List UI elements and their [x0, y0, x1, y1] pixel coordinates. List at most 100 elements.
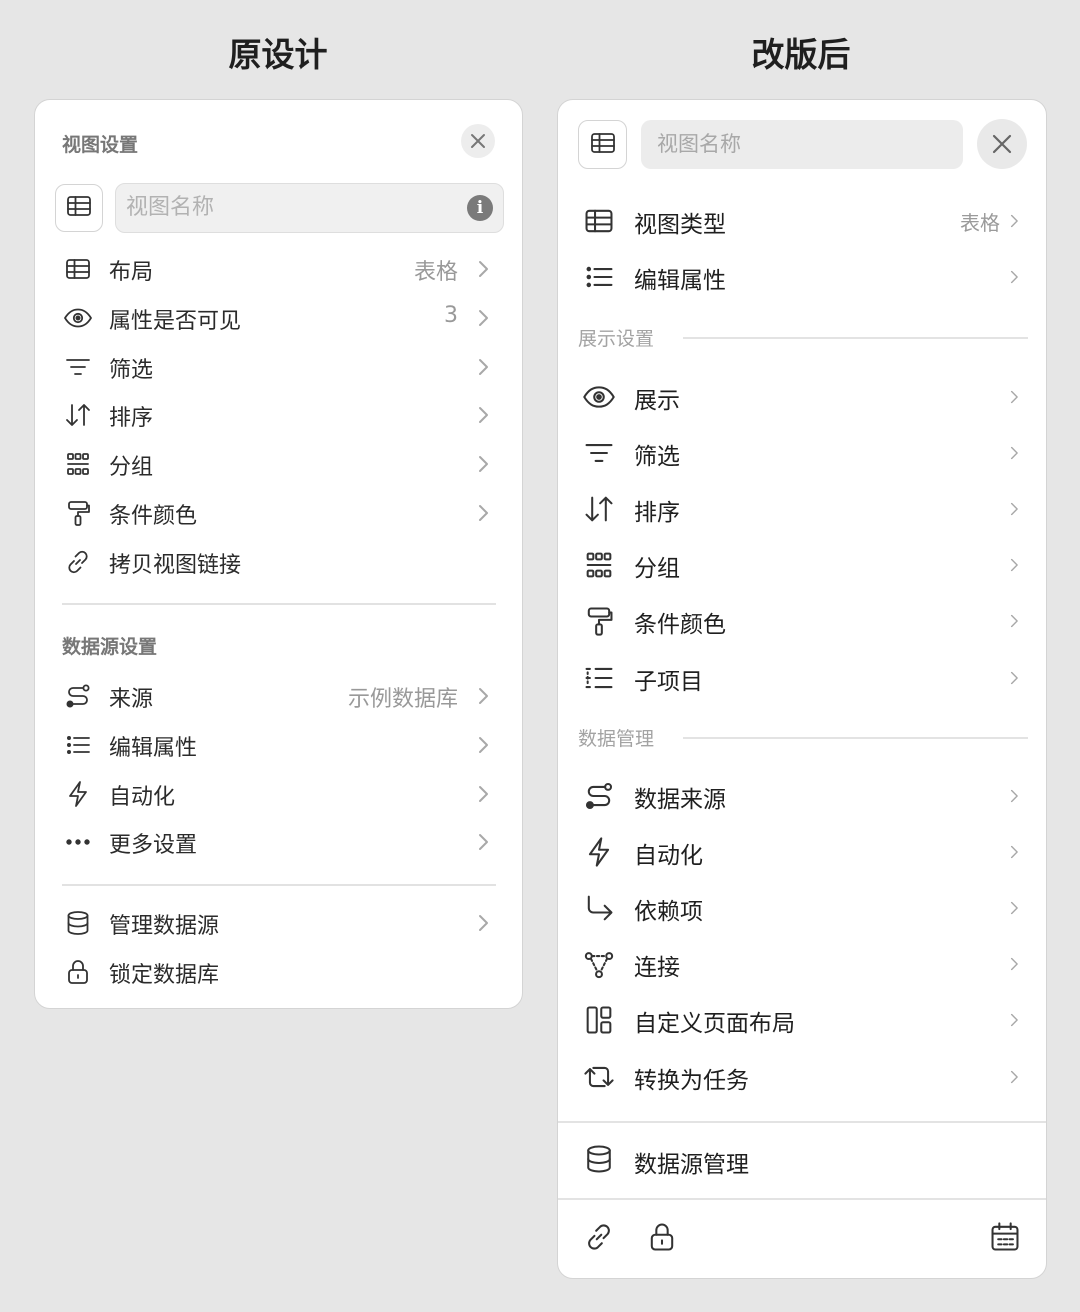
menu-row-group[interactable]: 分组: [35, 441, 522, 485]
menu-row-eye[interactable]: 属性是否可见 3: [35, 295, 522, 339]
chevron-right-icon: [1007, 555, 1021, 575]
menu-row-connect[interactable]: 连接: [558, 939, 1046, 989]
calendar-icon: [988, 1220, 1022, 1258]
list-icon: [62, 729, 94, 761]
menu-row-table[interactable]: 布局 表格: [35, 246, 522, 290]
chevron-right-icon: [1007, 842, 1021, 862]
menu-row-layout[interactable]: 自定义页面布局: [558, 995, 1046, 1045]
menu-row-convert[interactable]: 转换为任务: [558, 1052, 1046, 1102]
lock-icon: [68, 959, 88, 984]
row-value: 示例数据库: [347, 687, 458, 712]
dependency-icon: [580, 891, 618, 925]
info-icon[interactable]: i: [467, 195, 493, 221]
menu-row-database[interactable]: 管理数据源: [35, 900, 522, 944]
chevron-right-icon: [479, 358, 488, 375]
group-icon: [67, 453, 89, 476]
row-label: 筛选: [634, 444, 680, 471]
view-type-button[interactable]: [55, 184, 103, 232]
chevron-right-icon: [1007, 898, 1021, 918]
table-icon: [64, 191, 94, 225]
section-title-data-source: 数据源设置: [62, 636, 158, 658]
divider: [62, 603, 496, 605]
chevron-right-icon: [479, 688, 488, 704]
close-icon: [471, 134, 485, 148]
menu-row-lock[interactable]: 锁定数据库: [35, 949, 522, 993]
chevron-right-icon: [474, 685, 492, 707]
menu-row-group[interactable]: 分组: [558, 540, 1046, 590]
menu-row-source[interactable]: 数据来源: [558, 771, 1046, 821]
chevron-right-icon: [1010, 615, 1018, 628]
chevron-right-icon: [1007, 1010, 1021, 1030]
section-display-settings: 展示设置: [578, 324, 1028, 352]
menu-row-sort[interactable]: 排序: [558, 484, 1046, 534]
menu-row-eye[interactable]: 展示: [558, 372, 1046, 422]
convert-icon: [584, 1066, 614, 1087]
row-label: 布局: [109, 260, 154, 285]
filter-icon: [580, 436, 618, 470]
manage-data-source-row[interactable]: 数据源管理: [558, 1136, 1046, 1186]
row-label: 条件颜色: [634, 612, 726, 639]
panel-header: 视图设置: [62, 134, 139, 156]
subitems-icon: [580, 661, 618, 695]
eye-icon: [62, 302, 94, 334]
menu-row-link[interactable]: 拷贝视图链接: [35, 539, 522, 583]
view-settings-panel-redesign: 视图名称 视图类型 表格 编辑属性 展示设置 展示 筛选 排序 分组 条件颜色 子项目 数据管…: [557, 99, 1047, 1279]
row-label: 数据源管理: [634, 1152, 749, 1178]
table-icon: [585, 209, 613, 233]
chevron-right-icon: [1010, 214, 1018, 228]
list-icon: [580, 260, 618, 294]
chevron-right-icon: [474, 831, 492, 853]
menu-row-more[interactable]: 更多设置: [35, 819, 522, 863]
close-button[interactable]: [461, 124, 495, 158]
view-name-input[interactable]: 视图名称 i: [115, 183, 504, 233]
close-button[interactable]: [977, 119, 1027, 169]
lock-icon: [645, 1220, 679, 1258]
database-icon: [582, 1142, 616, 1180]
menu-row-filter[interactable]: 筛选: [558, 428, 1046, 478]
view-name-placeholder: 视图名称: [126, 195, 215, 220]
menu-row-list[interactable]: 编辑属性: [35, 722, 522, 766]
row-label: 编辑属性: [109, 735, 198, 761]
lock-button[interactable]: [642, 1219, 682, 1259]
row-label: 管理数据源: [109, 914, 220, 939]
menu-row-dependency[interactable]: 依赖项: [558, 883, 1046, 933]
copy-link-button[interactable]: [579, 1219, 619, 1259]
menu-row-subitems[interactable]: 子项目: [558, 653, 1046, 703]
row-label: 条件颜色: [109, 504, 198, 529]
chevron-right-icon: [1010, 503, 1018, 516]
chevron-right-icon: [479, 456, 488, 473]
menu-row-bolt[interactable]: 自动化: [558, 827, 1046, 877]
bolt-icon: [588, 837, 610, 867]
sort-icon: [580, 492, 618, 526]
original-design-title: 原设计: [228, 35, 328, 74]
menu-row-source[interactable]: 来源 示例数据库: [35, 673, 522, 717]
menu-row-filter[interactable]: 筛选: [35, 344, 522, 388]
sort-icon: [585, 496, 613, 522]
view-name-placeholder: 视图名称: [657, 132, 741, 156]
connect-icon: [580, 947, 618, 981]
menu-row-bolt[interactable]: 自动化: [35, 771, 522, 815]
chevron-right-icon: [1007, 954, 1021, 974]
row-value: 表格: [960, 211, 1000, 235]
chevron-right-icon: [1007, 387, 1021, 407]
chevron-right-icon: [479, 915, 488, 931]
menu-row-sort[interactable]: 排序: [35, 392, 522, 436]
chevron-right-icon: [1010, 789, 1018, 803]
bolt-icon: [580, 835, 618, 869]
chevron-right-icon: [479, 505, 488, 521]
menu-row-paint-roller[interactable]: 条件颜色: [558, 596, 1046, 646]
menu-row-paint-roller[interactable]: 条件颜色: [35, 490, 522, 534]
convert-icon: [580, 1060, 618, 1094]
calendar-button[interactable]: [985, 1219, 1025, 1259]
table-icon: [590, 132, 615, 153]
view-type-button[interactable]: [578, 120, 627, 169]
view-name-input[interactable]: 视图名称: [641, 120, 963, 169]
chevron-right-icon: [479, 785, 488, 802]
group-icon: [580, 548, 618, 582]
source-icon: [62, 680, 94, 712]
row-value: 表格: [413, 260, 458, 285]
redesign-title: 改版后: [751, 35, 851, 74]
chevron-right-icon: [1010, 270, 1018, 284]
menu-row-table[interactable]: 视图类型 表格: [558, 196, 1046, 246]
menu-row-list[interactable]: 编辑属性: [558, 252, 1046, 302]
